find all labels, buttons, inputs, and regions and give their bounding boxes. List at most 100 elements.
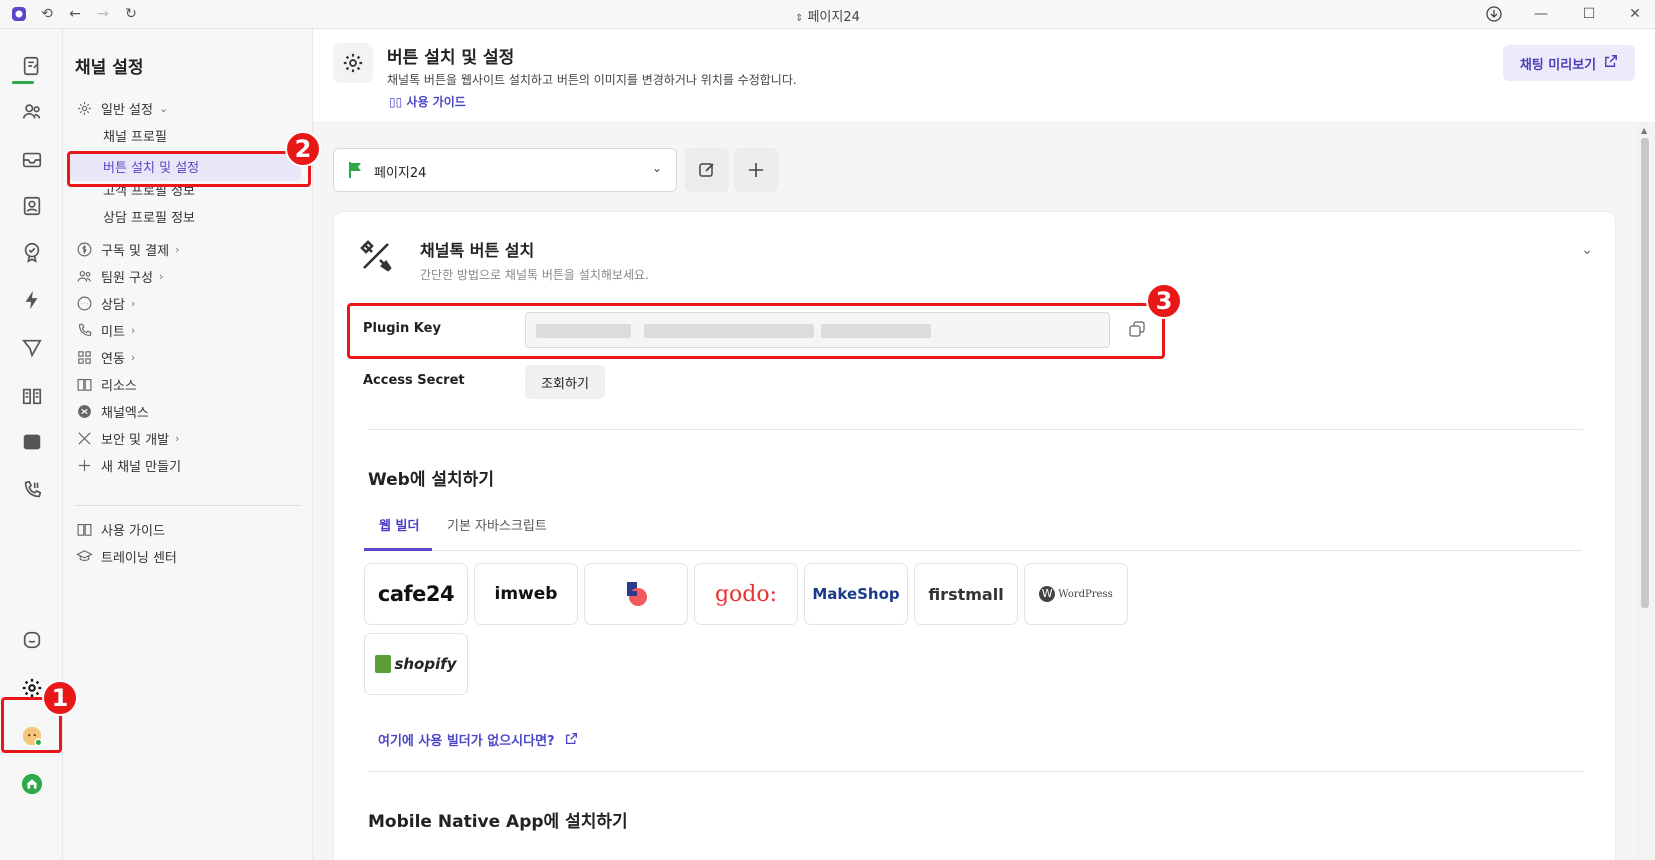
- view-secret-button[interactable]: 조회하기: [525, 365, 605, 399]
- open-book-icon[interactable]: [19, 383, 45, 409]
- sidebar-item-billing[interactable]: 구독 및 결제 ›: [75, 238, 179, 260]
- page-description: 채널톡 버튼을 웹사이트 설치하고 버튼의 이미지를 변경하거나 위치를 수정합…: [387, 73, 797, 87]
- book-icon: ▯▯: [389, 95, 403, 109]
- annotation-badge-1: 1: [42, 680, 78, 716]
- tab-web-builder[interactable]: 웹 빌더: [379, 515, 419, 534]
- badge-check-icon[interactable]: [19, 239, 45, 265]
- gear-icon: [75, 99, 93, 117]
- sidebar-item-channel-profile[interactable]: 채널 프로필: [103, 126, 167, 145]
- sidebar-item-new-channel[interactable]: 새 채널 만들기: [75, 454, 181, 476]
- sidebar-item-consult-profile[interactable]: 상담 프로필 정보: [103, 207, 195, 226]
- sidebar-title: 채널 설정: [75, 58, 144, 78]
- edit-channel-button[interactable]: [685, 148, 729, 192]
- builder-godo[interactable]: godo:: [694, 563, 798, 625]
- mobile-install-title: Mobile Native App에 설치하기: [368, 812, 628, 832]
- external-link-icon: [1604, 54, 1618, 72]
- sidebar-item-consult[interactable]: 상담 ›: [75, 292, 135, 314]
- tab-active-indicator: [364, 548, 432, 551]
- builder-wordpress[interactable]: W WordPress: [1024, 563, 1128, 625]
- sidebar-item-security-dev[interactable]: 보안 및 개발 ›: [75, 427, 179, 449]
- annotation-badge-3: 3: [1146, 283, 1182, 319]
- channelx-icon: [75, 402, 93, 420]
- window-title[interactable]: ⇕ 페이지24: [0, 6, 1655, 25]
- builder-makeshop[interactable]: MakeShop: [804, 563, 908, 625]
- sidebar-item-integration[interactable]: 연동 ›: [75, 346, 135, 368]
- sidebar-item-channelx[interactable]: 채널엑스: [75, 400, 149, 422]
- wordpress-icon: W: [1039, 586, 1056, 602]
- plus-icon: [749, 163, 763, 177]
- card-divider: [368, 429, 1583, 430]
- access-secret-label: Access Secret: [363, 373, 465, 388]
- gear-icon: [333, 43, 373, 83]
- send-icon[interactable]: [19, 335, 45, 361]
- sidebar-item-resources[interactable]: 리소스: [75, 373, 137, 395]
- maximize-icon[interactable]: ☐: [1580, 5, 1598, 23]
- builder-logo-icon: [627, 582, 647, 606]
- add-channel-button[interactable]: [734, 148, 778, 192]
- call-icon[interactable]: [19, 477, 45, 503]
- selector-chevron-icon: ⇕: [795, 13, 804, 24]
- scrollbar-thumb[interactable]: [1641, 138, 1649, 608]
- scroll-up-arrow-icon[interactable]: ▲: [1641, 126, 1647, 135]
- users-icon[interactable]: [19, 99, 45, 125]
- shopify-bag-icon: [375, 655, 392, 673]
- graduation-cap-icon: [75, 547, 93, 565]
- edit-icon: [699, 163, 714, 177]
- tab-basic-javascript[interactable]: 기본 자바스크립트: [447, 515, 547, 534]
- dollar-icon: [75, 240, 93, 258]
- card-divider: [368, 771, 1583, 772]
- grid-icon: [75, 348, 93, 366]
- flag-icon: [348, 161, 362, 183]
- contact-card-icon[interactable]: [19, 193, 45, 219]
- lightning-icon[interactable]: [19, 287, 45, 313]
- sidebar-divider: [75, 505, 301, 506]
- chat-icon: [75, 294, 93, 312]
- builder-imweb[interactable]: imweb: [474, 563, 578, 625]
- builder-cafe24[interactable]: cafe24: [364, 563, 468, 625]
- home-workspace-icon[interactable]: [19, 771, 45, 797]
- sidebar-item-general[interactable]: 일반 설정 ⌄: [75, 97, 168, 119]
- chat-preview-button[interactable]: 채팅 미리보기: [1503, 45, 1635, 81]
- tools-icon: [75, 429, 93, 447]
- highlight-button-settings: [67, 151, 311, 187]
- minimize-icon[interactable]: —: [1532, 5, 1550, 23]
- external-link-icon: [565, 732, 578, 749]
- user-guide-link[interactable]: ▯▯ 사용 가이드: [389, 93, 466, 110]
- sidebar-item-meet[interactable]: 미트 ›: [75, 319, 135, 341]
- annotation-badge-2: 2: [285, 131, 321, 167]
- channeltalk-icon[interactable]: [19, 627, 45, 653]
- window-titlebar: ⟲ ← → ↻ ⇕ 페이지24 — ☐ ✕: [0, 0, 1655, 29]
- chevron-right-icon: ›: [130, 350, 136, 364]
- page-header: 버튼 설치 및 설정 채널톡 버튼을 웹사이트 설치하고 버튼의 이미지를 변경…: [313, 29, 1655, 123]
- chevron-down-icon[interactable]: ⌄: [1581, 242, 1593, 258]
- page-title: 버튼 설치 및 설정: [387, 48, 515, 68]
- plus-icon: [75, 456, 93, 474]
- close-icon[interactable]: ✕: [1626, 5, 1644, 23]
- sidebar-item-user-guide[interactable]: 사용 가이드: [75, 518, 165, 540]
- chevron-right-icon: ›: [175, 431, 180, 445]
- chevron-down-icon: ⌄: [651, 161, 662, 175]
- card-title: 채널톡 버튼 설치: [420, 241, 535, 260]
- channel-select[interactable]: 페이지24 ⌄: [333, 148, 677, 192]
- builder-shopify[interactable]: shopify: [364, 633, 468, 695]
- book-icon: [75, 520, 93, 538]
- ai-icon[interactable]: AI: [19, 429, 45, 455]
- chevron-right-icon: ›: [158, 269, 164, 283]
- builder-logo-mark[interactable]: [584, 563, 688, 625]
- sidebar-item-team[interactable]: 팀원 구성 ›: [75, 265, 163, 287]
- settings-doc-icon[interactable]: [19, 53, 45, 79]
- phone-icon: [75, 321, 93, 339]
- download-icon[interactable]: [1485, 5, 1503, 23]
- inbox-icon[interactable]: [19, 147, 45, 173]
- book-icon: [75, 375, 93, 393]
- svg-text:AI: AI: [28, 439, 36, 448]
- card-description: 간단한 방법으로 채널톡 버튼을 설치해보세요.: [420, 268, 649, 282]
- chevron-down-icon: ⌄: [158, 101, 169, 115]
- missing-builder-link[interactable]: 여기에 사용 빌더가 없으시다면?: [378, 730, 578, 749]
- team-icon: [75, 267, 93, 285]
- progress-indicator: [12, 81, 34, 84]
- sidebar-item-training-center[interactable]: 트레이닝 센터: [75, 545, 177, 567]
- chevron-right-icon: ›: [130, 296, 136, 310]
- web-install-title: Web에 설치하기: [368, 470, 494, 490]
- builder-firstmall[interactable]: firstmall: [914, 563, 1018, 625]
